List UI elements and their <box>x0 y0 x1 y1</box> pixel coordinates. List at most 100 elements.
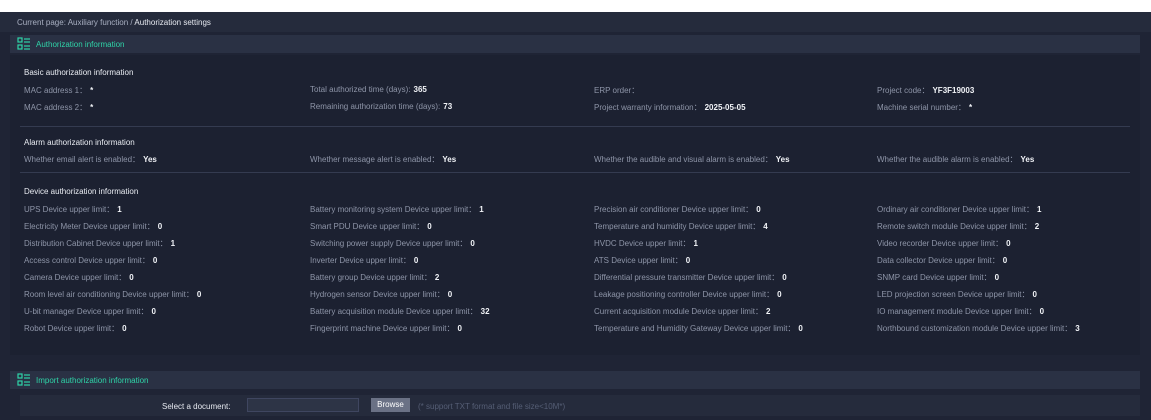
basic-authorization-title: Basic authorization information <box>24 68 134 77</box>
authorization-panel: Basic authorization information MAC addr… <box>10 55 1140 355</box>
alarm-item: Whether the audible alarm is enabled： Yes <box>877 154 1034 165</box>
device-item: Battery acquisition module Device upper … <box>310 306 490 317</box>
item-value: 2 <box>1034 222 1040 231</box>
device-item: Fingerprint machine Device upper limit： 0 <box>310 323 462 334</box>
authorization-info-header: Authorization information <box>10 35 1140 53</box>
item-value: 4 <box>763 222 768 231</box>
item-value: * <box>90 86 94 95</box>
basic-item: Remaining authorization time (days): 73 <box>310 102 452 111</box>
breadcrumb-current: Authorization settings <box>134 18 211 27</box>
item-label: Remote switch module Device upper limit： <box>877 222 1032 231</box>
item-value: 0 <box>1006 239 1011 248</box>
item-value: 1 <box>479 205 484 214</box>
import-authorization-title: Import authorization information <box>36 376 149 385</box>
item-label: IO management module Device upper limit： <box>877 307 1037 316</box>
device-item: Precision air conditioner Device upper l… <box>594 204 761 215</box>
basic-item: Project warranty information： 2025-05-05 <box>594 102 746 113</box>
item-value: 0 <box>1032 290 1037 299</box>
basic-item: Total authorized time (days): 365 <box>310 85 427 94</box>
basic-item: MAC address 2： * <box>24 102 93 113</box>
item-value: 0 <box>152 256 158 265</box>
browse-button[interactable]: Browse <box>371 398 410 412</box>
device-item: Battery monitoring system Device upper l… <box>310 204 484 215</box>
item-label: Ordinary air conditioner Device upper li… <box>877 205 1034 214</box>
item-label: Precision air conditioner Device upper l… <box>594 205 754 214</box>
item-value: Yes <box>143 155 157 164</box>
item-value: 0 <box>447 290 453 299</box>
alarm-item: Whether the audible and visual alarm is … <box>594 154 790 165</box>
item-value: 0 <box>798 324 803 333</box>
device-item: IO management module Device upper limit：… <box>877 306 1044 317</box>
item-label: Whether message alert is enabled： <box>310 155 440 164</box>
device-item: UPS Device upper limit： 1 <box>24 204 122 215</box>
item-value: 0 <box>122 324 127 333</box>
item-label: Remaining authorization time (days): <box>310 102 441 111</box>
device-item: Inverter Device upper limit： 0 <box>310 255 418 266</box>
list-icon <box>17 37 30 50</box>
item-label: SNMP card Device upper limit： <box>877 273 992 282</box>
alarm-authorization-title: Alarm authorization information <box>24 138 135 147</box>
import-row: Select a document: Browse (* support TXT… <box>20 395 1140 416</box>
item-value: 2 <box>434 273 440 282</box>
device-item: Distribution Cabinet Device upper limit：… <box>24 238 175 249</box>
device-item: Robot Device upper limit： 0 <box>24 323 127 334</box>
item-value: 3 <box>1075 324 1080 333</box>
item-label: Room level air conditioning Device upper… <box>24 290 194 299</box>
device-item: Differential pressure transmitter Device… <box>594 272 787 283</box>
item-value: 0 <box>427 222 432 231</box>
item-label: UPS Device upper limit： <box>24 205 115 214</box>
item-value: 2025-05-05 <box>704 103 746 112</box>
item-value: YF3F19003 <box>932 86 975 95</box>
file-format-hint: (* support TXT format and file size<10M*… <box>418 402 566 411</box>
alarm-item: Whether message alert is enabled： Yes <box>310 154 456 165</box>
device-item: Current acquisition module Device upper … <box>594 306 770 317</box>
item-label: Differential pressure transmitter Device… <box>594 273 780 282</box>
item-value: 32 <box>480 307 490 316</box>
item-label: MAC address 2： <box>24 103 88 112</box>
page: Current page: Auxiliary function / Autho… <box>0 0 1151 420</box>
item-value: 0 <box>782 273 787 282</box>
divider <box>20 126 1130 127</box>
item-label: Northbound customization module Device u… <box>877 324 1073 333</box>
item-label: Machine serial number： <box>877 103 966 112</box>
item-label: Total authorized time (days): <box>310 85 411 94</box>
item-label: U-bit manager Device upper limit： <box>24 307 149 316</box>
device-item: Electricity Meter Device upper limit： 0 <box>24 221 162 232</box>
breadcrumb: Current page: Auxiliary function / Autho… <box>0 12 1151 32</box>
item-label: Electricity Meter Device upper limit： <box>24 222 155 231</box>
item-label: Whether email alert is enabled： <box>24 155 141 164</box>
device-item: LED projection screen Device upper limit… <box>877 289 1037 300</box>
item-label: ERP order： <box>594 86 640 95</box>
item-label: Video recorder Device upper limit： <box>877 239 1004 248</box>
item-label: Hydrogen sensor Device upper limit： <box>310 290 445 299</box>
item-value: 1 <box>693 239 698 248</box>
item-value: 0 <box>1002 256 1008 265</box>
select-document-label: Select a document: <box>162 402 231 411</box>
item-label: Camera Device upper limit： <box>24 273 127 282</box>
item-value: Yes <box>775 155 790 164</box>
item-value: Yes <box>1020 155 1035 164</box>
list-icon <box>17 373 30 386</box>
item-value: 1 <box>117 205 122 214</box>
item-label: LED projection screen Device upper limit… <box>877 290 1030 299</box>
top-bar <box>0 0 1151 12</box>
breadcrumb-text: Current page: Auxiliary function / Autho… <box>17 18 211 27</box>
divider <box>20 172 1130 173</box>
device-item: ATS Device upper limit： 0 <box>594 255 690 266</box>
file-path-input[interactable] <box>247 398 359 412</box>
device-item: HVDC Device upper limit： 1 <box>594 238 698 249</box>
item-value: 73 <box>443 102 453 111</box>
item-value: 365 <box>413 85 427 94</box>
item-label: Battery monitoring system Device upper l… <box>310 205 477 214</box>
device-item: Camera Device upper limit： 0 <box>24 272 134 283</box>
authorization-info-title: Authorization information <box>36 40 125 49</box>
item-label: Project warranty information： <box>594 103 702 112</box>
item-value: 2 <box>765 307 771 316</box>
item-value: 0 <box>157 222 163 231</box>
item-label: Temperature and humidity Device upper li… <box>594 222 761 231</box>
device-item: Hydrogen sensor Device upper limit： 0 <box>310 289 452 300</box>
device-item: Video recorder Device upper limit： 0 <box>877 238 1011 249</box>
item-value: 0 <box>1039 307 1045 316</box>
device-item: SNMP card Device upper limit： 0 <box>877 272 999 283</box>
item-label: Distribution Cabinet Device upper limit： <box>24 239 168 248</box>
